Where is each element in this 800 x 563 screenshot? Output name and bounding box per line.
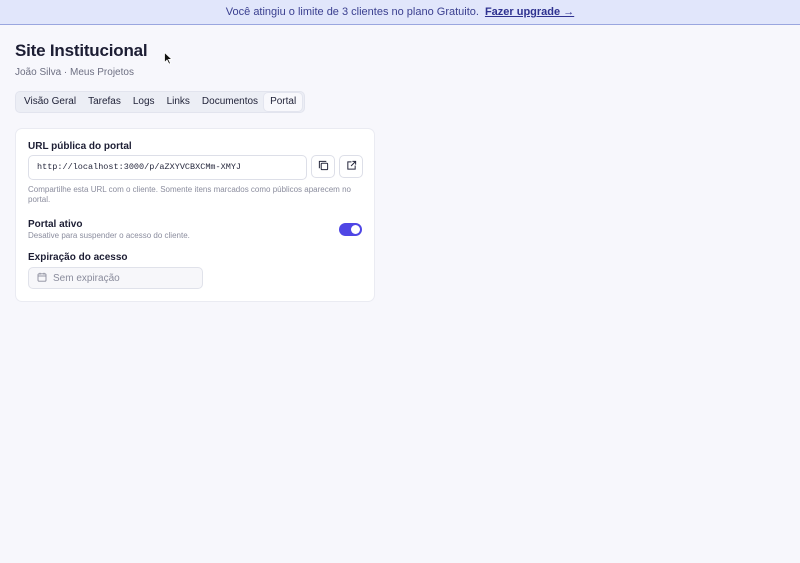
portal-settings-card: URL pública do portal http://localhost:3… — [15, 128, 375, 302]
banner-message: Você atingiu o limite de 3 clientes no p… — [225, 6, 479, 18]
tab-logs[interactable]: Logs — [127, 93, 161, 111]
tab-visao-geral[interactable]: Visão Geral — [18, 93, 82, 111]
mouse-cursor-icon — [164, 51, 174, 70]
calendar-icon — [37, 272, 53, 285]
open-portal-button[interactable] — [339, 155, 363, 178]
upgrade-link[interactable]: Fazer upgrade → — [485, 6, 574, 18]
tab-tarefas[interactable]: Tarefas — [82, 93, 127, 111]
expiration-date-picker[interactable]: Sem expiração — [28, 267, 203, 289]
tab-portal[interactable]: Portal — [264, 93, 303, 111]
expiration-placeholder: Sem expiração — [53, 272, 120, 284]
portal-active-hint: Desative para suspender o acesso do clie… — [28, 231, 190, 240]
page-header: Site Institucional João Silva · Meus Pro… — [15, 41, 148, 78]
tab-links[interactable]: Links — [161, 93, 196, 111]
expiration-label: Expiração do acesso — [28, 252, 128, 263]
page-title: Site Institucional — [15, 41, 148, 60]
portal-url-hint: Compartilhe esta URL com o cliente. Some… — [28, 185, 351, 204]
breadcrumb: João Silva · Meus Projetos — [15, 67, 134, 78]
portal-active-toggle[interactable] — [339, 223, 362, 236]
portal-url-label: URL pública do portal — [28, 141, 132, 152]
portal-url-field[interactable]: http://localhost:3000/p/aZXYVCBXCMm-XMYJ — [28, 155, 307, 180]
tab-documentos[interactable]: Documentos — [196, 93, 264, 111]
toggle-knob — [351, 225, 360, 234]
copy-icon — [318, 158, 329, 176]
copy-url-button[interactable] — [311, 155, 335, 178]
external-link-icon — [346, 158, 357, 176]
project-tabs: Visão Geral Tarefas Logs Links Documento… — [15, 91, 306, 113]
upgrade-banner: Você atingiu o limite de 3 clientes no p… — [0, 0, 800, 25]
portal-active-label: Portal ativo — [28, 219, 83, 230]
